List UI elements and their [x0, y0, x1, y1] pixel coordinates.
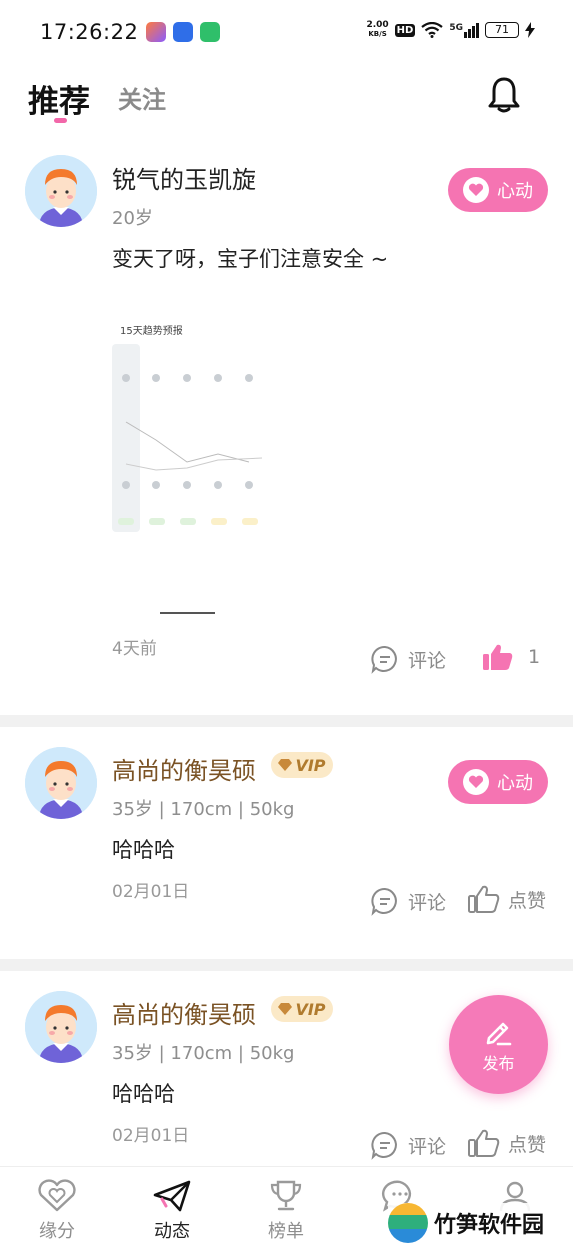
- thumbs-up-filled-icon: [483, 644, 513, 670]
- status-bar: 17:26:22 2.00 KB/S HD 5G 71: [0, 0, 573, 66]
- comment-label: 评论: [408, 649, 447, 672]
- status-time: 17:26:22: [40, 20, 139, 44]
- network-speed: 2.00 KB/S: [366, 21, 388, 39]
- post-content: 哈哈哈: [112, 1082, 175, 1106]
- like-label: 点赞: [508, 889, 547, 912]
- heart-button[interactable]: 心动: [448, 760, 548, 804]
- post-card[interactable]: 高尚的衡昊硕 VIP 35岁 | 170cm | 50kg 心动 哈哈哈 02月…: [0, 727, 573, 959]
- tab-recommend[interactable]: 推荐: [28, 76, 90, 121]
- phone-app-icon: [200, 22, 220, 42]
- heart-label: 心动: [497, 773, 533, 794]
- avatar-illustration: [25, 747, 97, 819]
- nav-item-fate[interactable]: 缘分: [17, 1179, 97, 1243]
- divider: [0, 715, 573, 727]
- nav-label: 缘分: [39, 1221, 75, 1242]
- comment-icon: [371, 1131, 397, 1160]
- heart-label: 心动: [497, 181, 533, 202]
- tab-indicator: [54, 118, 67, 123]
- vip-badge: VIP: [271, 752, 333, 778]
- comment-button[interactable]: 评论: [370, 886, 446, 916]
- nav-label: 榜单: [268, 1221, 304, 1242]
- watermark-logo: [388, 1203, 428, 1243]
- heart-outline-icon: [38, 1179, 76, 1212]
- speed-value: 2.00: [366, 20, 389, 30]
- vip-badge: VIP: [271, 996, 333, 1022]
- username[interactable]: 高尚的衡昊硕: [112, 995, 256, 1030]
- wifi-icon: [421, 22, 444, 38]
- post-content: 变天了呀，宝子们注意安全 ~: [112, 247, 389, 271]
- thumbs-up-icon: [468, 1129, 500, 1157]
- top-tabs: 推荐 关注: [0, 66, 573, 130]
- diamond-icon: [278, 1003, 293, 1015]
- tab-follow[interactable]: 关注: [118, 80, 166, 115]
- speed-unit: KB/S: [368, 30, 387, 38]
- post-time: 02月01日: [112, 882, 190, 902]
- trophy-icon: [270, 1180, 302, 1211]
- app-notification-icon: [146, 22, 166, 42]
- user-meta: 35岁 | 170cm | 50kg: [112, 799, 295, 820]
- publish-label: 发布: [482, 1053, 515, 1073]
- vip-label: VIP: [295, 999, 326, 1019]
- thumbs-up-icon: [468, 885, 500, 913]
- hd-badge: HD: [394, 23, 416, 37]
- watermark: 竹笋软件园: [388, 1203, 549, 1243]
- comment-button[interactable]: 评论: [370, 1130, 446, 1160]
- comment-icon: [371, 887, 397, 916]
- avatar-illustration: [25, 155, 97, 227]
- post-card[interactable]: 锐气的玉凯旋 20岁 心动 变天了呀，宝子们注意安全 ~ 15天趋势预报 4天前: [0, 140, 573, 715]
- user-meta: 35岁 | 170cm | 50kg: [112, 1043, 295, 1064]
- nav-label: 动态: [154, 1221, 190, 1242]
- post-time: 4天前: [112, 639, 157, 659]
- post-content: 哈哈哈: [112, 838, 175, 862]
- avatar[interactable]: [25, 155, 97, 227]
- post-time: 02月01日: [112, 1126, 190, 1146]
- like-button[interactable]: 点赞: [468, 884, 546, 914]
- comment-icon: [371, 645, 397, 674]
- avatar[interactable]: [25, 991, 97, 1063]
- comment-label: 评论: [408, 891, 447, 914]
- shield-app-icon: [173, 22, 193, 42]
- cell-signal-icon: 5G: [449, 22, 479, 38]
- like-button[interactable]: 1: [482, 642, 540, 672]
- user-meta: 20岁: [112, 208, 153, 229]
- notification-bell-icon[interactable]: [487, 76, 521, 114]
- network-type: 5G: [449, 22, 463, 33]
- nav-item-moments[interactable]: 动态: [132, 1179, 212, 1243]
- diamond-icon: [278, 759, 293, 771]
- like-count: 1: [528, 646, 541, 668]
- heart-icon: [463, 769, 489, 795]
- username[interactable]: 高尚的衡昊硕: [112, 751, 256, 786]
- charging-icon: [525, 22, 535, 38]
- paper-plane-icon: [153, 1180, 191, 1212]
- weather-screenshot: [112, 282, 267, 542]
- avatar-illustration: [25, 991, 97, 1063]
- heart-icon: [463, 177, 489, 203]
- heart-button[interactable]: 心动: [448, 168, 548, 212]
- comment-button[interactable]: 评论: [370, 644, 446, 674]
- post-image[interactable]: 15天趋势预报: [112, 282, 267, 622]
- battery-indicator: 71: [485, 22, 519, 38]
- watermark-text: 竹笋软件园: [434, 1213, 545, 1238]
- avatar[interactable]: [25, 747, 97, 819]
- nav-item-ranking[interactable]: 榜单: [246, 1179, 326, 1243]
- publish-button[interactable]: 发布: [449, 995, 548, 1094]
- image-title: 15天趋势预报: [120, 326, 183, 337]
- comment-label: 评论: [408, 1135, 447, 1158]
- like-label: 点赞: [508, 1133, 547, 1156]
- vip-label: VIP: [295, 755, 326, 775]
- divider: [0, 959, 573, 971]
- like-button[interactable]: 点赞: [468, 1128, 546, 1158]
- username[interactable]: 锐气的玉凯旋: [112, 160, 256, 195]
- image-divider: [160, 612, 215, 614]
- pencil-icon: [486, 1022, 511, 1045]
